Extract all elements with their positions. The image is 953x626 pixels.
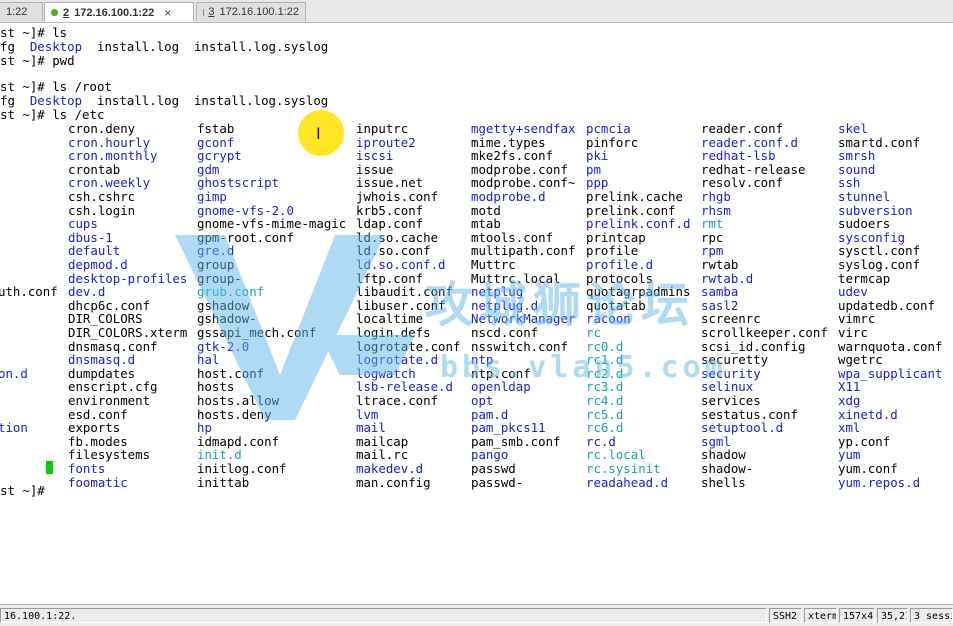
listing-entry: passwd-: [471, 476, 523, 490]
close-icon[interactable]: ×: [164, 6, 171, 20]
listing-entry: yum.repos.d: [838, 476, 920, 490]
listing-entry: fstab: [197, 122, 234, 136]
listing-entry: gssapi_mech.conf: [197, 326, 316, 340]
terminal-prompt: st ~]#: [0, 484, 52, 498]
status-terminal-type: xterm: [804, 608, 837, 623]
listing-entry: cron.deny: [68, 122, 135, 136]
listing-entry: prelink.cache: [586, 190, 683, 204]
listing-entry: environment: [68, 394, 150, 408]
dir-entry: Desktop: [30, 39, 82, 54]
connected-dot-icon: [51, 9, 58, 16]
listing-entry: passwd: [471, 462, 516, 476]
listing-entry: rhgb: [701, 190, 731, 204]
listing-entry: yum.conf: [838, 462, 898, 476]
terminal-cursor: [46, 461, 53, 474]
listing-entry: rc4.d: [586, 394, 623, 408]
listing-entry: shadow-: [701, 462, 753, 476]
listing-entry: on.d: [0, 367, 28, 381]
status-size: 157x42: [839, 608, 875, 623]
listing-entry: tion: [0, 421, 28, 435]
listing-entry: ltrace.conf: [356, 394, 438, 408]
terminal-line: fg Desktop install.log install.log.syslo…: [0, 40, 328, 54]
listing-entry: foomatic: [68, 476, 128, 490]
terminal-line: st ~]# ls: [0, 26, 67, 40]
tab-session-3[interactable]: 3 172.16.100.1:22: [196, 2, 306, 21]
listing-entry: rc: [586, 326, 601, 340]
listing-entry: rc.sysinit: [586, 462, 661, 476]
terminal-line: st ~]# pwd: [0, 54, 75, 68]
listing-entry: modprobe.d: [471, 190, 546, 204]
listing-entry: inittab: [197, 476, 249, 490]
pointer-highlight: [298, 110, 344, 156]
listing-entry: syslog.conf: [838, 258, 920, 272]
tab-number: 3: [208, 6, 214, 18]
listing-entry: virc: [838, 326, 868, 340]
terminal-line: st ~]# ls /root: [0, 80, 112, 94]
listing-entry: pcmcia: [586, 122, 631, 136]
listing-entry: group: [197, 258, 234, 272]
terminal-line: fg Desktop install.log install.log.syslo…: [0, 94, 328, 108]
listing-entry: man.config: [356, 476, 431, 490]
listing-entry: shells: [701, 476, 746, 490]
tab-label: 172.16.100.1:22: [219, 6, 299, 18]
tab-bar: 1:22 2 172.16.100.1:22 × 3 172.16.100.1:…: [0, 0, 953, 23]
terminal-area[interactable]: st ~]# ls fg Desktop install.log install…: [0, 24, 953, 604]
status-protocol: SSH2: [769, 608, 802, 623]
listing-entry: xdg: [838, 394, 860, 408]
listing-entry: skel: [838, 122, 868, 136]
listing-entry: csh.cshrc: [68, 190, 135, 204]
listing-entry: opt: [471, 394, 493, 408]
listing-entry: reader.conf: [701, 122, 783, 136]
listing-entry: rwtab: [701, 258, 738, 272]
listing-entry: ld.so.conf.d: [356, 258, 446, 272]
listing-entry: makedev.d: [356, 462, 423, 476]
tab-label: 172.16.100.1:22: [74, 7, 154, 19]
listing-entry: nscd.conf: [471, 326, 538, 340]
listing-entry: stunnel: [838, 190, 890, 204]
listing-entry: DIR_COLORS.xterm: [68, 326, 187, 340]
listing-entry: scrollkeeper.conf: [701, 326, 828, 340]
listing-entry: inputrc: [356, 122, 408, 136]
tab-label: 1:22: [6, 6, 27, 18]
tab-session-2[interactable]: 2 172.16.100.1:22 ×: [44, 2, 194, 22]
status-host: 16.100.1:22.: [0, 608, 767, 623]
listing-entry: services: [701, 394, 761, 408]
status-sessions: 3 sessions: [910, 608, 953, 623]
listing-entry: jwhois.conf: [356, 190, 438, 204]
tab-number: 2: [63, 7, 69, 19]
listing-entry: gimp: [197, 190, 227, 204]
listing-entry: initlog.conf: [197, 462, 287, 476]
terminal-line: st ~]# ls /etc: [0, 108, 104, 122]
status-position: 35,21: [877, 608, 908, 623]
listing-entry: readahead.d: [586, 476, 668, 490]
listing-entry: profile.d: [586, 258, 653, 272]
listing-entry: fonts: [68, 462, 105, 476]
listing-entry: depmod.d: [68, 258, 128, 272]
status-bar: 16.100.1:22. SSH2 xterm 157x42 35,21 3 s…: [0, 604, 953, 626]
listing-entry: Muttrc: [471, 258, 516, 272]
listing-entry: hosts.allow: [197, 394, 279, 408]
tab-session-1[interactable]: 1:22: [0, 2, 43, 21]
listing-entry: uth.conf: [0, 285, 58, 299]
listing-entry: login.defs: [356, 326, 431, 340]
i-beam-cursor-icon: I: [316, 124, 321, 143]
dir-entry: Desktop: [30, 93, 82, 108]
listing-entry: mgetty+sendfax: [471, 122, 575, 136]
